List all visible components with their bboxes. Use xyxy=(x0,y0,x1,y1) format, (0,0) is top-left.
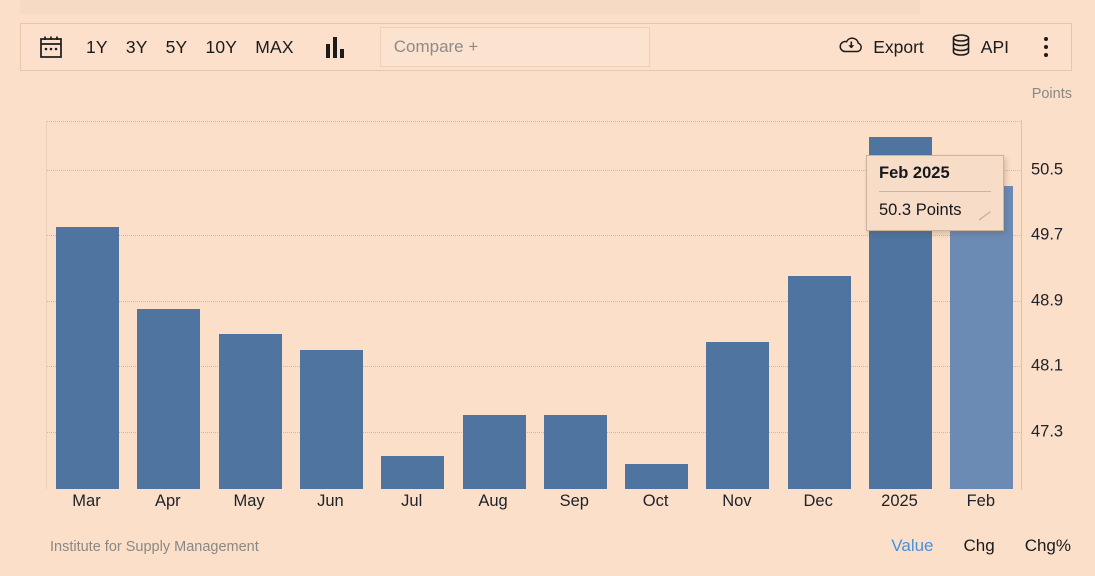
y-axis-label: 48.9 xyxy=(1031,291,1063,310)
chart-bar[interactable] xyxy=(544,415,607,489)
y-axis-unit-label: Points xyxy=(1032,86,1072,102)
metric-chg[interactable]: Chg xyxy=(964,536,995,556)
export-button[interactable]: Export xyxy=(838,34,924,61)
compare-input[interactable]: Compare + xyxy=(380,27,650,67)
tooltip-arrow xyxy=(978,202,990,220)
y-axis-label: 50.5 xyxy=(1031,161,1063,180)
kebab-menu-icon[interactable] xyxy=(1035,35,1057,59)
y-axis-label: 48.1 xyxy=(1031,357,1063,376)
api-label: API xyxy=(981,37,1009,58)
chart-tooltip: Feb 2025 50.3 Points xyxy=(866,155,1004,231)
x-axis-label: Mar xyxy=(55,492,118,511)
range-button-1y[interactable]: 1Y xyxy=(86,37,108,58)
range-button-max[interactable]: MAX xyxy=(255,37,294,58)
export-label: Export xyxy=(873,37,924,58)
range-button-10y[interactable]: 10Y xyxy=(205,37,237,58)
x-axis-label: Nov xyxy=(705,492,768,511)
window-top-strip xyxy=(20,0,920,14)
chart-bar[interactable] xyxy=(463,415,526,489)
y-axis-label: 47.3 xyxy=(1031,422,1063,441)
chart-bar[interactable] xyxy=(625,464,688,489)
y-axis-label: 49.7 xyxy=(1031,226,1063,245)
data-source-label: Institute for Supply Management xyxy=(50,539,259,555)
chart-bar[interactable] xyxy=(56,227,119,489)
gridline xyxy=(47,121,1022,122)
chart-toolbar: 1Y 3Y 5Y 10Y MAX Compare + Export xyxy=(20,23,1072,71)
chart-bar[interactable] xyxy=(788,276,851,489)
metric-value[interactable]: Value xyxy=(891,536,933,556)
x-axis-label: Dec xyxy=(787,492,850,511)
x-axis-label: Jun xyxy=(299,492,362,511)
metric-chgpct[interactable]: Chg% xyxy=(1025,536,1071,556)
x-axis-label: Aug xyxy=(462,492,525,511)
x-axis-label: May xyxy=(218,492,281,511)
x-axis-label: Feb xyxy=(949,492,1012,511)
x-axis-label: 2025 xyxy=(868,492,931,511)
x-axis-label: Apr xyxy=(136,492,199,511)
calendar-icon[interactable] xyxy=(38,34,64,60)
chart-bar[interactable] xyxy=(300,350,363,489)
chart-bar[interactable] xyxy=(381,456,444,489)
y-axis-line xyxy=(1021,120,1022,490)
compare-placeholder: Compare + xyxy=(381,37,479,57)
x-axis-label: Oct xyxy=(624,492,687,511)
range-button-5y[interactable]: 5Y xyxy=(166,37,188,58)
chart-bar[interactable] xyxy=(950,186,1013,489)
x-axis-label: Sep xyxy=(543,492,606,511)
range-selector: 1Y 3Y 5Y 10Y MAX xyxy=(86,37,312,58)
database-icon xyxy=(950,33,972,62)
chart-bar[interactable] xyxy=(706,342,769,489)
range-button-3y[interactable]: 3Y xyxy=(126,37,148,58)
download-cloud-icon xyxy=(838,34,864,61)
x-axis-label: Jul xyxy=(380,492,443,511)
bar-chart-icon[interactable] xyxy=(324,36,350,58)
chart-bar[interactable] xyxy=(219,334,282,489)
metric-toggle-group: Value Chg Chg% xyxy=(861,536,1071,556)
tooltip-title: Feb 2025 xyxy=(879,164,991,192)
api-button[interactable]: API xyxy=(950,33,1009,62)
toolbar-actions: Export API xyxy=(812,33,1057,62)
chart-bar[interactable] xyxy=(137,309,200,489)
tooltip-value: 50.3 Points xyxy=(879,192,991,220)
